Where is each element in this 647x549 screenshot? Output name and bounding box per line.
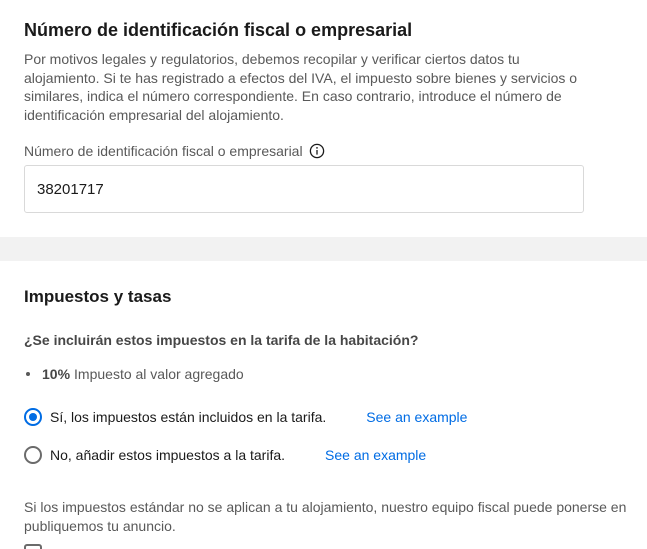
tax-id-field-label-row: Número de identificación fiscal o empres… [24,143,325,159]
checkbox[interactable] [24,544,42,549]
taxes-question: ¿Se incluirán estos impuestos en la tari… [24,332,419,348]
radio-button[interactable] [24,446,42,464]
tax-id-description: Por motivos legales y regulatorios, debe… [24,51,578,123]
tax-item: 10% Impuesto al valor agregado [24,366,244,382]
tax-id-title: Número de identificación fiscal o empres… [24,20,413,40]
footer-note-line: Si los impuestos estándar no se aplican … [24,499,627,515]
tax-id-section: Número de identificación fiscal o empres… [0,0,647,237]
option-label[interactable]: Sí, los impuestos están incluidos en la … [50,409,326,425]
tax-id-input[interactable] [24,165,584,213]
option-label[interactable]: No, añadir estos impuestos a la tarifa. [50,447,285,463]
radio-button-selected[interactable] [24,408,42,426]
taxes-footer-note: Si los impuestos estándar no se aplican … [24,498,647,535]
see-example-link[interactable]: See an example [325,447,426,463]
section-divider [0,237,647,261]
option-taxes-included[interactable]: Sí, los impuestos están incluidos en la … [24,408,467,426]
option-add-taxes[interactable]: No, añadir estos impuestos a la tarifa. … [24,446,426,464]
see-example-link[interactable]: See an example [366,409,467,425]
tax-item-percent: 10% [42,366,71,382]
footer-note-line: publiquemos tu anuncio. [24,517,176,534]
info-icon[interactable] [309,143,325,159]
tax-id-field-label: Número de identificación fiscal o empres… [24,143,303,159]
bullet-icon [26,372,30,376]
tax-item-label: Impuesto al valor agregado [74,366,244,382]
taxes-section-title: Impuestos y tasas [24,287,172,306]
